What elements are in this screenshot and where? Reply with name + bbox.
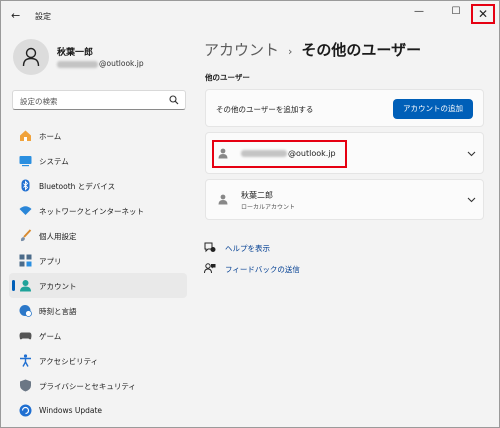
account-type: ローカルアカウント [241, 204, 296, 211]
shield-icon [20, 379, 31, 392]
app-title: 設定 [35, 12, 51, 21]
sidebar-item-personalization[interactable]: 個人用設定 [9, 223, 187, 248]
sidebar-item-windows-update[interactable]: Windows Update [9, 398, 187, 423]
chevron-down-icon[interactable] [467, 197, 476, 203]
sidebar-item-home[interactable]: ホーム [9, 123, 187, 148]
user-row-microsoft-account[interactable]: @outlook.jp [205, 132, 484, 174]
breadcrumb-separator: › [288, 45, 293, 58]
home-icon [20, 130, 31, 141]
bluetooth-icon [21, 179, 30, 192]
sidebar-item-gaming[interactable]: ゲーム [9, 323, 187, 348]
maximize-icon: ☐ [451, 6, 461, 17]
minimize-button[interactable]: — [404, 1, 434, 25]
user-row-local-account[interactable]: 秋葉二郎 ローカルアカウント [205, 179, 484, 220]
wifi-icon [19, 206, 32, 215]
add-user-card: その他のユーザーを追加する アカウントの追加 [205, 89, 484, 127]
redacted-email [57, 60, 98, 68]
maximize-button[interactable]: ☐ [441, 1, 471, 25]
section-label: 他のユーザー [205, 73, 250, 82]
sidebar-item-accessibility[interactable]: アクセシビリティ [9, 348, 187, 373]
feedback-icon [204, 263, 216, 274]
title-bar: ← 設定 — ☐ ✕ [1, 1, 499, 31]
search-placeholder: 設定の検索 [20, 97, 58, 106]
sidebar-item-network[interactable]: ネットワークとインターネット [9, 198, 187, 223]
close-icon: ✕ [477, 7, 489, 21]
user-name: 秋葉一郎 [57, 48, 94, 58]
minimize-icon: — [414, 6, 424, 17]
search-input[interactable]: 設定の検索 [12, 90, 186, 110]
avatar[interactable] [13, 39, 49, 75]
user-name-row: 秋葉二郎 [241, 191, 273, 200]
chevron-down-icon[interactable] [467, 151, 476, 157]
page-title: その他のユーザー [301, 41, 422, 59]
breadcrumb-parent[interactable]: アカウント [204, 41, 279, 59]
person-icon [218, 194, 228, 205]
sidebar-item-bluetooth[interactable]: Bluetooth とデバイス [9, 173, 187, 198]
breadcrumb: アカウント › その他のユーザー [204, 39, 421, 60]
highlight-box [212, 140, 347, 168]
search-icon[interactable] [169, 95, 179, 105]
accessibility-icon [20, 354, 31, 367]
update-icon [19, 404, 32, 417]
account-icon [20, 280, 31, 292]
help-icon [204, 242, 216, 253]
sidebar-item-accounts[interactable]: アカウント [9, 273, 187, 298]
brush-icon [20, 229, 32, 242]
sidebar-nav: ホーム システム Bluetooth とデバイス ネットワークとインターネット … [9, 123, 187, 423]
user-email: @outlook.jp [57, 59, 144, 68]
settings-window: ← 設定 — ☐ ✕ 秋葉一郎 @outlook.jp 設定の検索 ホーム シス… [0, 0, 500, 428]
person-icon [22, 47, 40, 67]
sidebar-item-privacy-security[interactable]: プライバシーとセキュリティ [9, 373, 187, 398]
sidebar-item-time-language[interactable]: 時刻と言語 [9, 298, 187, 323]
apps-icon [19, 254, 32, 267]
globe-clock-icon [19, 305, 32, 317]
close-button[interactable]: ✕ [471, 4, 495, 24]
add-account-button[interactable]: アカウントの追加 [393, 99, 473, 119]
back-arrow-icon[interactable]: ← [11, 10, 25, 22]
gamepad-icon [19, 332, 32, 340]
add-user-text: その他のユーザーを追加する [216, 105, 314, 114]
sidebar-item-system[interactable]: システム [9, 148, 187, 173]
system-icon [19, 156, 32, 167]
sidebar-item-apps[interactable]: アプリ [9, 248, 187, 273]
